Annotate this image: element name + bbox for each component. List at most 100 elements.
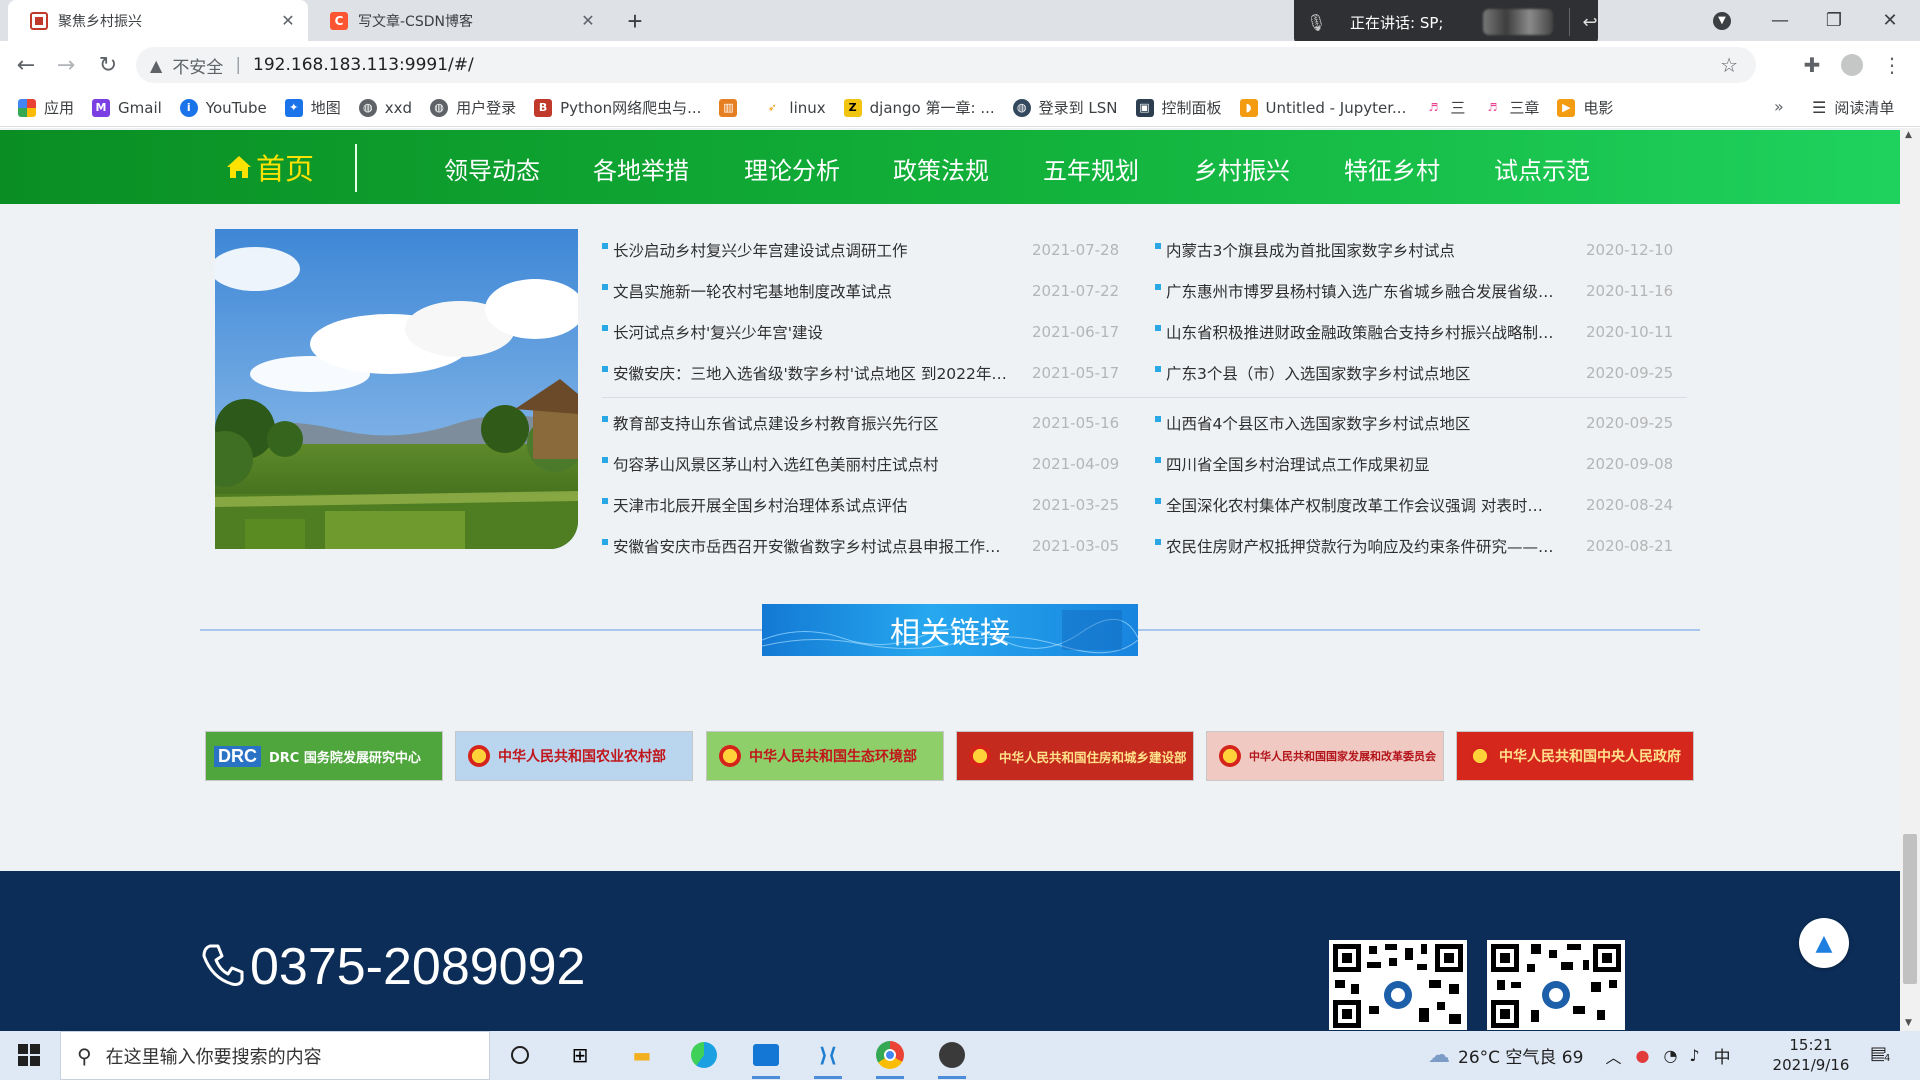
volume-icon[interactable]: ♪: [1689, 1046, 1699, 1065]
more-bookmarks-icon[interactable]: »: [1774, 97, 1784, 116]
news-title[interactable]: 山西省4个县区市入选国家数字乡村试点地区: [1166, 412, 1470, 434]
profile-avatar[interactable]: [1836, 49, 1868, 81]
village-landscape-image[interactable]: [215, 229, 578, 549]
partner-link-housing[interactable]: 中华人民共和国住房和城乡建设部: [956, 731, 1194, 781]
scrollbar-thumb[interactable]: [1903, 834, 1917, 984]
bookmark-xxd[interactable]: ◍ xxd: [358, 98, 412, 117]
news-item[interactable]: 广东惠州市博罗县杨村镇入选广东省城乡融合发展省级… 2020-11-16: [1155, 270, 1687, 311]
news-title[interactable]: 长沙启动乡村复兴少年宫建设试点调研工作: [613, 239, 908, 261]
minimize-icon[interactable]: —: [1752, 0, 1808, 41]
qq-icon[interactable]: ●: [1635, 1046, 1649, 1065]
close-tab-icon[interactable]: ✕: [576, 9, 600, 33]
bookmark-lsn[interactable]: ◍ 登录到 LSN: [1012, 97, 1118, 118]
partner-link-agriculture[interactable]: 中华人民共和国农业农村部: [455, 731, 693, 781]
nav-item[interactable]: 五年规划: [1043, 151, 1139, 186]
muted-mic-icon[interactable]: 🎙: [1306, 13, 1334, 32]
file-explorer-icon[interactable]: ▬: [622, 1037, 662, 1073]
vscode-icon[interactable]: ⟩⟨: [808, 1037, 848, 1079]
scroll-down-icon[interactable]: ▼: [1905, 1018, 1912, 1028]
back-to-top-button[interactable]: ▲: [1799, 918, 1849, 968]
nav-item[interactable]: 各地举措: [593, 151, 689, 186]
return-icon[interactable]: ↩: [1582, 12, 1597, 33]
bookmark-sanzhang[interactable]: ♬ 三章: [1483, 97, 1539, 118]
news-item[interactable]: 安徽安庆：三地入选省级'数字乡村'试点地区 到2022年… 2021-05-17: [602, 352, 1162, 393]
reading-list-button[interactable]: ☰ 阅读清单: [1812, 97, 1894, 118]
photos-app-icon[interactable]: [746, 1037, 786, 1079]
news-title[interactable]: 天津市北辰开展全国乡村治理体系试点评估: [613, 494, 908, 516]
bookmark-gmail[interactable]: M Gmail: [92, 98, 162, 117]
bookmark-movie[interactable]: ▶ 电影: [1557, 97, 1613, 118]
bookmark-panel[interactable]: ▣ 控制面板: [1135, 97, 1222, 118]
news-title[interactable]: 四川省全国乡村治理试点工作成果初显: [1166, 453, 1430, 475]
news-item[interactable]: 文昌实施新一轮农村宅基地制度改革试点 2021-07-22: [602, 270, 1162, 311]
news-title[interactable]: 广东惠州市博罗县杨村镇入选广东省城乡融合发展省级…: [1166, 280, 1554, 302]
task-view-icon[interactable]: ⊞: [560, 1037, 600, 1073]
reload-icon[interactable]: ↻: [92, 49, 124, 81]
weather-text[interactable]: 26°C 空气良 69: [1458, 1043, 1583, 1068]
scroll-up-icon[interactable]: ▲: [1905, 130, 1912, 140]
news-title[interactable]: 安徽省安庆市岳西召开安徽省数字乡村试点县申报工作…: [613, 535, 1001, 557]
news-item[interactable]: 内蒙古3个旗县成为首批国家数字乡村试点 2020-12-10: [1155, 229, 1687, 270]
warning-icon[interactable]: ▲: [150, 56, 162, 75]
tab-search-icon[interactable]: ▼: [1694, 0, 1750, 41]
nav-item[interactable]: 理论分析: [744, 151, 840, 186]
menu-icon[interactable]: ⋮: [1876, 49, 1908, 81]
news-item[interactable]: 教育部支持山东省试点建设乡村教育振兴先行区 2021-05-16: [602, 402, 1162, 443]
bookmark-jupyter[interactable]: ◗ Untitled - Jupyter...: [1239, 98, 1406, 117]
bookmark-san[interactable]: ♬ 三: [1424, 97, 1465, 118]
bookmark-apps[interactable]: 应用: [18, 97, 74, 118]
restore-icon[interactable]: ❐: [1806, 0, 1862, 41]
bookmark-django[interactable]: Z django 第一章: ...: [843, 97, 995, 118]
news-title[interactable]: 全国深化农村集体产权制度改革工作会议强调 对表时…: [1166, 494, 1543, 516]
security-label[interactable]: 不安全: [172, 53, 223, 78]
meeting-app-icon[interactable]: [932, 1037, 972, 1079]
bookmark-youtube[interactable]: i YouTube: [179, 98, 267, 117]
bookmark-chart[interactable]: ▥: [719, 98, 745, 117]
news-item[interactable]: 句容茅山风景区茅山村入选红色美丽村庄试点村 2021-04-09: [602, 443, 1162, 484]
news-item[interactable]: 全国深化农村集体产权制度改革工作会议强调 对表时… 2020-08-24: [1155, 484, 1715, 525]
new-tab-button[interactable]: +: [620, 6, 650, 36]
nav-item[interactable]: 领导动态: [444, 151, 540, 186]
bookmark-python[interactable]: B Python网络爬虫与...: [534, 97, 701, 118]
bookmark-star-icon[interactable]: ☆: [1720, 53, 1738, 77]
tab-csdn[interactable]: C 写文章-CSDN博客 ✕: [308, 0, 608, 41]
page-scrollbar[interactable]: ▲ ▼: [1900, 128, 1920, 1031]
edge-browser-icon[interactable]: [684, 1037, 724, 1073]
nav-item[interactable]: 特征乡村: [1344, 151, 1440, 186]
notification-center-icon[interactable]: ▤ 4: [1870, 1043, 1896, 1067]
chevron-up-icon[interactable]: ︿: [1605, 1044, 1621, 1068]
news-item[interactable]: 山西省4个县区市入选国家数字乡村试点地区 2020-09-25: [1155, 402, 1715, 443]
nav-home[interactable]: 首页: [226, 146, 314, 188]
windows-start-icon[interactable]: [18, 1044, 40, 1066]
chrome-browser-icon[interactable]: [870, 1037, 910, 1079]
partner-link-ndrc[interactable]: 中华人民共和国国家发展和改革委员会: [1206, 731, 1444, 781]
close-tab-icon[interactable]: ✕: [276, 9, 300, 33]
carousel-prev-icon[interactable]: ‹: [1274, 1021, 1284, 1031]
news-title[interactable]: 教育部支持山东省试点建设乡村教育振兴先行区: [613, 412, 939, 434]
news-item[interactable]: 长河试点乡村'复兴少年宫'建设 2021-06-17: [602, 311, 1162, 352]
partner-link-environment[interactable]: 中华人民共和国生态环境部: [706, 731, 944, 781]
news-item[interactable]: 四川省全国乡村治理试点工作成果初显 2020-09-08: [1155, 443, 1715, 484]
nav-item[interactable]: 乡村振兴: [1194, 151, 1290, 186]
news-item[interactable]: 天津市北辰开展全国乡村治理体系试点评估 2021-03-25: [602, 484, 1162, 525]
tab-active[interactable]: 聚焦乡村振兴 ✕: [8, 0, 308, 41]
wifi-icon[interactable]: ◔: [1663, 1046, 1677, 1065]
back-icon[interactable]: ←: [10, 49, 42, 81]
news-item[interactable]: 广东3个县（市）入选国家数字乡村试点地区 2020-09-25: [1155, 352, 1687, 393]
bookmark-map[interactable]: ✦ 地图: [284, 97, 341, 118]
news-title[interactable]: 句容茅山风景区茅山村入选红色美丽村庄试点村: [613, 453, 939, 475]
cloud-weather-icon[interactable]: ☁: [1428, 1043, 1450, 1068]
ime-indicator[interactable]: 中: [1714, 1043, 1731, 1068]
url-text[interactable]: 192.168.183.113:9991/#/: [253, 55, 474, 75]
news-item[interactable]: 长沙启动乡村复兴少年宫建设试点调研工作 2021-07-28: [602, 229, 1162, 270]
address-bar[interactable]: ▲ 不安全 | 192.168.183.113:9991/#/ ☆: [136, 47, 1756, 83]
news-title[interactable]: 农民住房财产权抵押贷款行为响应及约束条件研究——…: [1166, 535, 1554, 557]
cortana-icon[interactable]: [500, 1037, 540, 1073]
news-item[interactable]: 安徽省安庆市岳西召开安徽省数字乡村试点县申报工作… 2021-03-05: [602, 525, 1162, 566]
partner-link-drc[interactable]: DRC DRC 国务院发展研究中心: [205, 731, 443, 781]
news-title[interactable]: 内蒙古3个旗县成为首批国家数字乡村试点: [1166, 239, 1455, 261]
taskbar-clock[interactable]: 15:21 2021/9/16: [1766, 1035, 1856, 1075]
news-title[interactable]: 广东3个县（市）入选国家数字乡村试点地区: [1166, 362, 1470, 384]
nav-item[interactable]: 试点示范: [1494, 151, 1590, 186]
close-window-icon[interactable]: ✕: [1862, 0, 1918, 41]
